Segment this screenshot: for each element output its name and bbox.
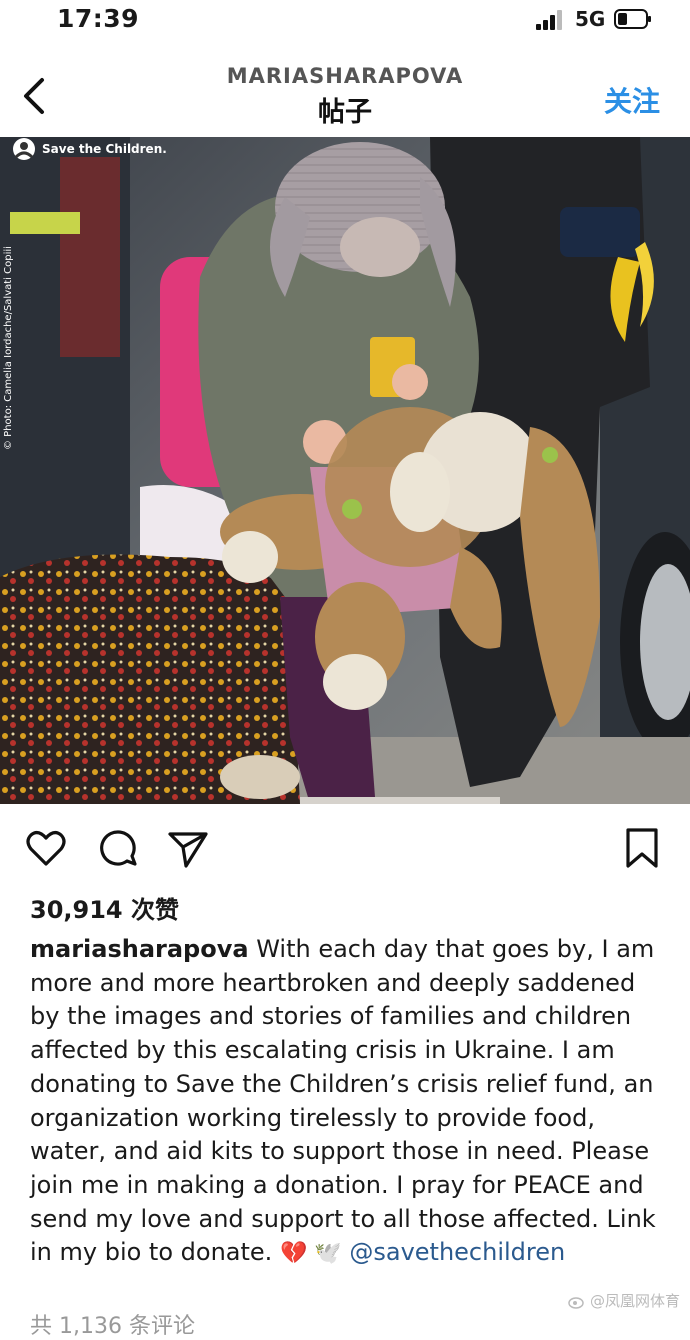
page-title: 帖子	[318, 97, 372, 128]
heart-icon[interactable]	[24, 826, 68, 870]
logo-text: Save the Children.	[42, 142, 167, 156]
caption-emojis: 💔 🕊️	[279, 1241, 342, 1267]
nav-header: MARIASHARAPOVA 帖子 关注	[0, 52, 690, 136]
mention-link[interactable]: @savethechildren	[349, 1238, 565, 1266]
status-time: 17:39	[57, 4, 140, 33]
save-the-children-logo: Save the Children.	[12, 137, 167, 161]
bookmark-icon[interactable]	[620, 826, 664, 870]
follow-button[interactable]: 关注	[604, 80, 660, 120]
photo-credit-text: © Photo: Camelia Iordache/Salvati Copiii	[3, 246, 14, 450]
caption-username[interactable]: mariasharapova	[30, 935, 249, 963]
post-caption: mariasharapova With each day that goes b…	[30, 933, 670, 1271]
header-username: MARIASHARAPOVA	[226, 64, 464, 88]
status-bar: 17:39 5G	[0, 0, 690, 44]
logo-icon	[13, 138, 35, 160]
signal-icon	[536, 10, 566, 30]
comment-icon[interactable]	[96, 826, 140, 870]
network-label: 5G	[575, 7, 606, 31]
action-bar	[0, 820, 690, 880]
likes-count[interactable]: 30,914 次赞	[30, 890, 179, 925]
weibo-icon	[568, 1296, 584, 1309]
site-watermark-text: @凤凰网体育	[589, 1292, 680, 1310]
send-icon[interactable]	[166, 826, 210, 870]
view-comments-link[interactable]: 共 1,136 条评论	[30, 1308, 195, 1340]
caption-text: With each day that goes by, I am more an…	[30, 935, 656, 1267]
photo-credit: © Photo: Camelia Iordache/Salvati Copiii	[3, 230, 21, 460]
post-image[interactable]	[0, 137, 690, 804]
battery-icon	[614, 9, 651, 29]
site-watermark: @凤凰网体育	[568, 1290, 680, 1311]
